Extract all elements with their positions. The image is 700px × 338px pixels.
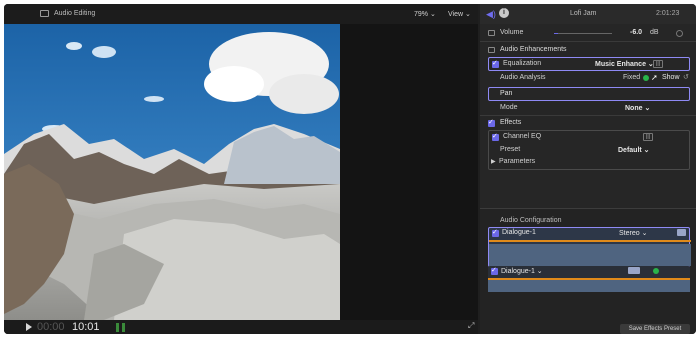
film-icon: [40, 10, 49, 17]
lane1-volume-line: [489, 240, 691, 242]
pan-label[interactable]: Pan: [500, 90, 512, 97]
inspector-duration: 2:01:23: [656, 10, 680, 17]
volume-slider-track[interactable]: [554, 33, 612, 34]
zoom-dropdown[interactable]: 79% ⌄: [414, 10, 436, 18]
lane2-name-dropdown[interactable]: Dialogue-1 ⌄: [501, 267, 543, 275]
channel-eq-row: Channel EQ |||: [480, 132, 696, 143]
audio-configuration-panel: Audio Configuration Dialogue-1 Stereo ⌄ …: [480, 208, 696, 334]
lane1-expand-icon[interactable]: [677, 229, 686, 236]
equalization-row: Equalization Music Enhance ⌄ |||: [480, 59, 696, 70]
timecode-prefix: 00:00: [37, 321, 65, 333]
parameters-row[interactable]: ▶ Parameters: [480, 157, 696, 168]
divider: [480, 115, 696, 116]
volume-row: Volume -6.0 dB: [480, 28, 696, 39]
lane2-status-icon: [653, 268, 659, 274]
inspector-title: Lofi Jam: [570, 10, 597, 17]
volume-slider-fill: [554, 33, 558, 34]
view-label: View: [448, 11, 464, 18]
equalization-label: Equalization: [503, 60, 542, 67]
viewer-title: Audio Editing: [40, 10, 95, 17]
pan-mode-label: Mode: [500, 104, 518, 111]
viewer-title-text: Audio Editing: [54, 10, 96, 17]
volume-checkbox[interactable]: [488, 30, 495, 36]
show-button[interactable]: Show: [662, 74, 680, 81]
lane2-checkbox[interactable]: [491, 266, 498, 275]
pan-mode-dropdown[interactable]: None ⌄: [625, 104, 650, 112]
lane1-mode-value: Stereo: [619, 230, 640, 237]
volume-value[interactable]: -6.0: [630, 29, 642, 36]
audio-meter-left-icon: [116, 323, 119, 332]
app-window: Audio Editing 79% ⌄ View ⌄ 00:00 10:01 ⤢…: [4, 4, 696, 334]
channel-eq-checkbox[interactable]: [492, 132, 499, 141]
lane1-name: Dialogue-1: [502, 229, 536, 236]
play-icon[interactable]: [26, 323, 32, 331]
viewer-panel: Audio Editing 79% ⌄ View ⌄ 00:00 10:01 ⤢: [4, 4, 478, 334]
volume-label: Volume: [500, 29, 524, 36]
audio-enhancements-label: Audio Enhancements: [500, 46, 567, 53]
effects-header: Effects: [480, 118, 696, 129]
zoom-value: 79%: [414, 11, 429, 18]
effects-label: Effects: [500, 119, 522, 126]
divider: [480, 41, 696, 42]
transport-bar: 00:00 10:01 ⤢: [4, 320, 478, 334]
preset-dropdown[interactable]: Default ⌄: [618, 146, 650, 154]
audio-analysis-label: Audio Analysis: [500, 74, 546, 81]
pan-mode-value: None: [625, 105, 643, 112]
lane1-mode-dropdown[interactable]: Stereo ⌄: [619, 229, 647, 237]
audio-analysis-row: Audio Analysis Fixed ➚ Show ↺: [480, 73, 696, 84]
resize-handle[interactable]: [480, 208, 696, 209]
lane2-name: Dialogue-1: [501, 268, 535, 275]
parameters-label: Parameters: [499, 158, 536, 165]
disclosure-icon[interactable]: ▶: [491, 158, 496, 165]
view-menu[interactable]: View ⌄: [448, 10, 471, 18]
lane1-checkbox[interactable]: [492, 228, 499, 237]
eq-graph-icon[interactable]: |||: [653, 60, 663, 68]
audio-lane-stereo[interactable]: Dialogue-1 Stereo ⌄: [488, 227, 691, 267]
channel-eq-label: Channel EQ: [503, 133, 542, 140]
video-frame: [4, 24, 340, 320]
audio-analysis-status: Fixed: [623, 74, 641, 81]
audio-enhancements-header: Audio Enhancements: [480, 45, 696, 56]
audio-lane-dialogue[interactable]: Dialogue-1 ⌄: [488, 266, 690, 292]
preset-label: Preset: [500, 146, 521, 153]
viewer-toolbar: Audio Editing 79% ⌄ View ⌄: [4, 4, 478, 24]
audio-configuration-label: Audio Configuration: [500, 217, 562, 224]
lane2-waveform: [488, 280, 690, 292]
inspector-header: ◀) i Lofi Jam 2:01:23: [480, 4, 696, 24]
lane2-channel-icon[interactable]: [628, 267, 640, 274]
save-effects-preset-button[interactable]: Save Effects Preset: [620, 324, 690, 334]
equalization-checkbox[interactable]: [492, 59, 499, 68]
reset-icon[interactable]: ↺: [683, 73, 689, 81]
fullscreen-icon[interactable]: ⤢: [468, 322, 476, 330]
enhancements-icon: [488, 47, 495, 53]
speaker-icon[interactable]: ◀): [486, 9, 496, 20]
viewer-letterbox: [340, 24, 478, 320]
equalization-preset-dropdown[interactable]: Music Enhance ⌄: [595, 60, 654, 68]
cursor-icon: ➚: [651, 73, 658, 82]
analysis-ok-icon: [643, 75, 649, 81]
pan-row: Pan: [480, 89, 696, 100]
equalization-preset-value: Music Enhance: [595, 61, 646, 68]
lane1-waveform: [489, 244, 691, 266]
volume-unit: dB: [650, 29, 659, 36]
audio-inspector: ◀) i Lofi Jam 2:01:23 Volume -6.0 dB Aud…: [480, 4, 696, 334]
preset-value: Default: [618, 147, 642, 154]
audio-meter-right-icon: [122, 323, 125, 332]
pan-mode-row: Mode None ⌄: [480, 103, 696, 114]
preset-row: Preset Default ⌄: [480, 145, 696, 156]
timecode: 10:01: [72, 321, 100, 333]
keyframe-icon[interactable]: [676, 30, 683, 37]
effects-checkbox[interactable]: [488, 118, 495, 127]
info-icon[interactable]: i: [499, 8, 509, 18]
channel-eq-graph-icon[interactable]: |||: [643, 133, 653, 141]
